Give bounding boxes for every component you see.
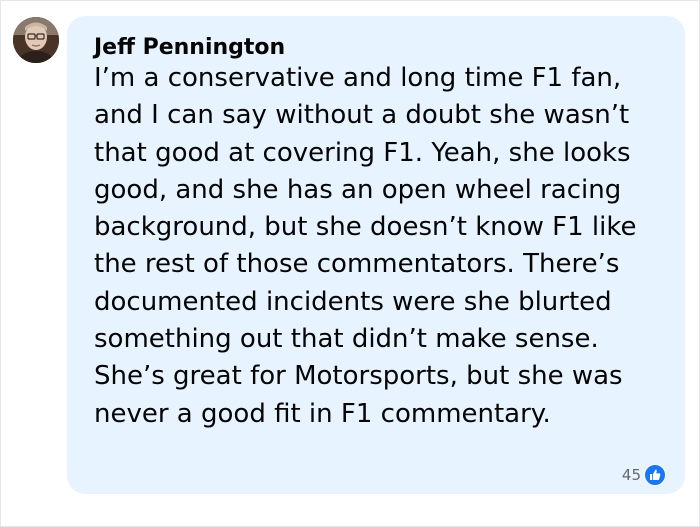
reaction-summary[interactable]: 45 xyxy=(622,464,666,486)
comment-frame: Jeff Pennington I’m a conservative and l… xyxy=(0,0,700,527)
reaction-count: 45 xyxy=(621,466,641,484)
comment-author-name[interactable]: Jeff Pennington xyxy=(94,34,285,62)
avatar-portrait-icon xyxy=(13,17,59,63)
like-icon xyxy=(644,464,666,486)
comment-bubble: Jeff Pennington I’m a conservative and l… xyxy=(67,16,685,494)
user-avatar[interactable] xyxy=(13,17,59,63)
comment-body-text: I’m a conservative and long time F1 fan,… xyxy=(94,63,637,429)
